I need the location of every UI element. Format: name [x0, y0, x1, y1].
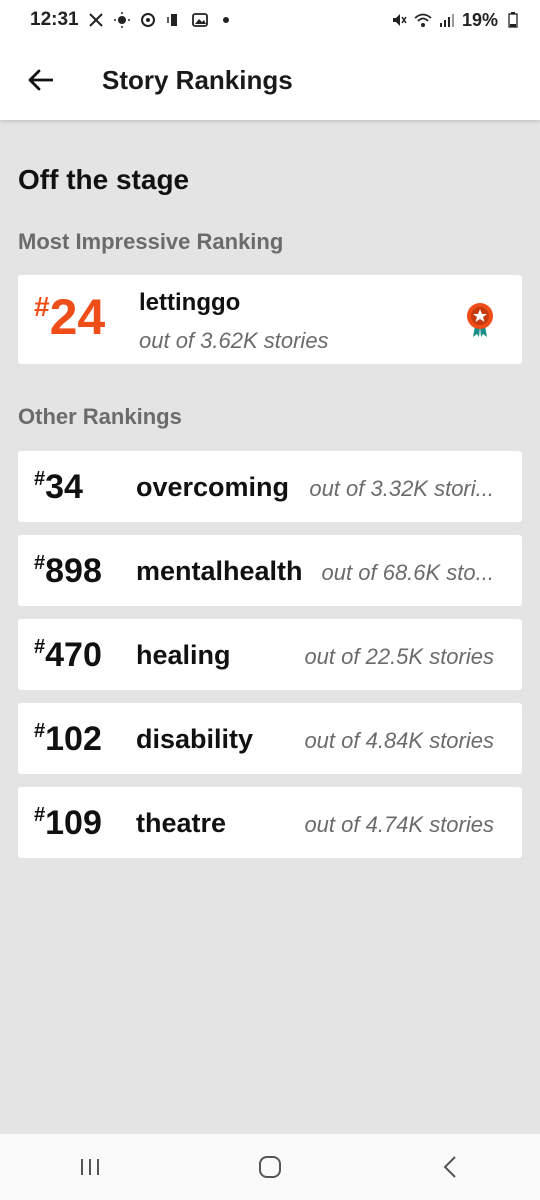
story-title: Off the stage: [18, 164, 190, 195]
gallery-icon: [191, 11, 209, 29]
most-impressive-heading: Most Impressive Ranking: [18, 229, 284, 254]
ranking-row[interactable]: # 34 overcoming out of 3.32K stori...: [18, 451, 522, 522]
wifi-icon: [414, 11, 432, 29]
rank-badge: # 109: [34, 803, 102, 843]
rank-out-of: out of 4.84K stories: [304, 728, 494, 753]
rank-badge: # 898: [34, 551, 102, 591]
most-impressive-card[interactable]: # 24 lettinggo out of 3.62K stories: [18, 275, 522, 364]
rank-badge: # 470: [34, 635, 102, 675]
rank-out-of: out of 4.74K stories: [304, 812, 494, 837]
medal-icon: [467, 303, 493, 337]
mute-icon: [390, 11, 408, 29]
rank-out-of: out of 3.32K stori...: [309, 476, 494, 501]
rank-hash: #: [34, 804, 46, 826]
battery-percent: 19%: [461, 9, 498, 30]
rank-number: 24: [49, 289, 106, 345]
home-button[interactable]: [230, 1137, 310, 1197]
rank-tag: lettinggo: [139, 289, 241, 316]
sync-icon: [139, 11, 157, 29]
x-icon: [87, 11, 105, 29]
back-nav-icon: [443, 1156, 456, 1178]
rank-badge: # 102: [34, 719, 102, 759]
rank-number: 470: [45, 636, 102, 674]
rank-badge: # 34: [34, 467, 83, 507]
rank-number: 34: [45, 468, 83, 506]
battery-icon: [504, 11, 522, 29]
rank-tag: disability: [136, 724, 254, 754]
rank-number: 898: [45, 552, 102, 590]
rank-number: 102: [45, 720, 102, 758]
rank-tag: healing: [136, 640, 231, 670]
app-bar: Story Rankings: [0, 40, 540, 120]
rank-hash: #: [34, 636, 46, 658]
recent-apps-icon: [81, 1159, 99, 1175]
arrow-left-icon: [28, 69, 53, 91]
rank-number: 109: [45, 804, 102, 842]
page-title: Story Rankings: [102, 64, 293, 95]
rank-hash: #: [34, 468, 46, 490]
back-nav-button[interactable]: [410, 1137, 490, 1197]
ranking-row[interactable]: # 102 disability out of 4.84K stories: [18, 703, 522, 774]
rank-out-of: out of 3.62K stories: [139, 328, 329, 353]
rank-tag: theatre: [136, 808, 227, 838]
ranking-row[interactable]: # 109 theatre out of 4.74K stories: [18, 787, 522, 858]
other-rankings-heading: Other Rankings: [18, 404, 182, 429]
ranking-row[interactable]: # 470 healing out of 22.5K stories: [18, 619, 522, 690]
vibrate-icon: [165, 11, 183, 29]
status-right: 19%: [390, 10, 522, 31]
rank-tag: mentalhealth: [136, 556, 303, 586]
dot-icon: [217, 11, 235, 29]
rank-hash: #: [34, 720, 46, 742]
rank-tag: overcoming: [136, 472, 290, 502]
ranking-row[interactable]: # 898 mentalhealth out of 68.6K sto...: [18, 535, 522, 606]
status-left: 12:31: [30, 9, 235, 31]
rank-out-of: out of 22.5K stories: [304, 644, 494, 669]
rank-out-of: out of 68.6K sto...: [321, 560, 494, 585]
status-bar: 12:31 19%: [0, 0, 540, 40]
status-time: 12:31: [30, 9, 79, 30]
recent-apps-button[interactable]: [50, 1137, 130, 1197]
home-icon: [259, 1156, 281, 1178]
system-nav-bar: [0, 1134, 540, 1200]
rank-hash: #: [34, 552, 46, 574]
top-rank: # 24: [34, 289, 105, 345]
rank-hash: #: [34, 291, 50, 322]
signal-icon: [438, 11, 456, 29]
back-button[interactable]: [0, 40, 80, 120]
brightness-icon: [113, 11, 131, 29]
